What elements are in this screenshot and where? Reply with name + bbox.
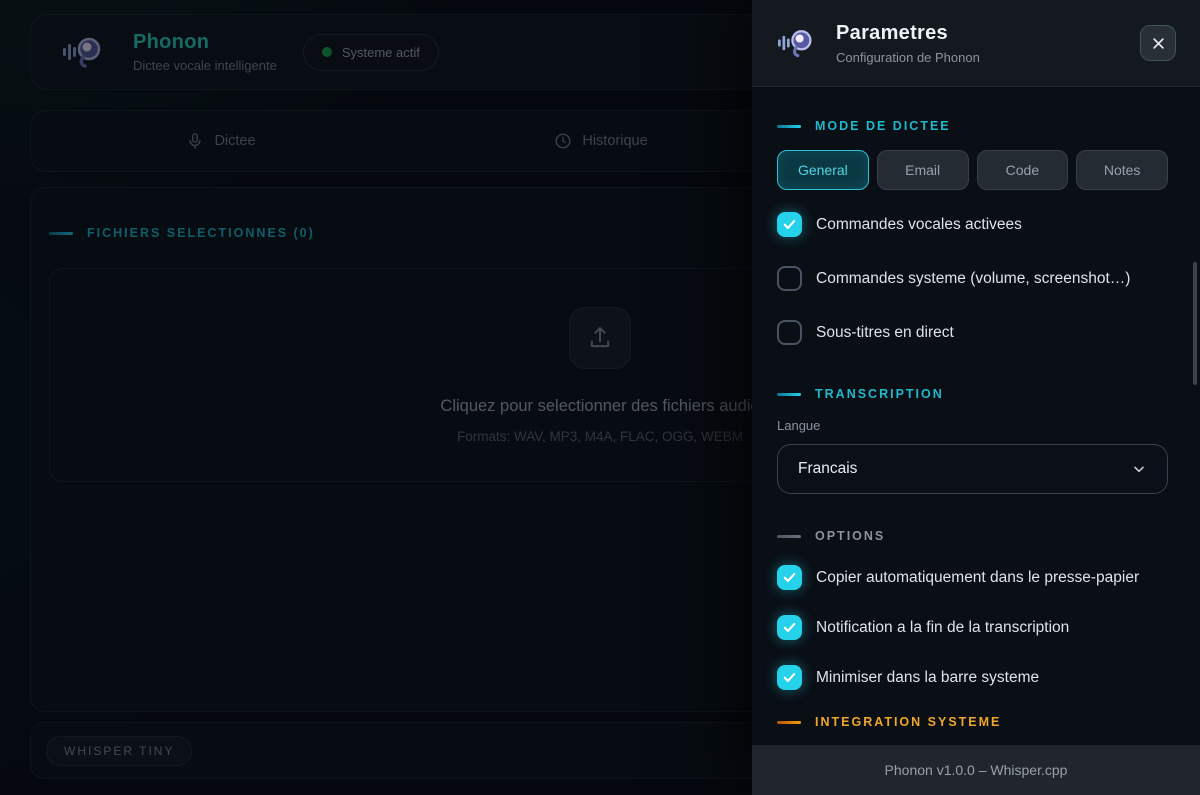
checkbox[interactable] <box>777 320 802 345</box>
mode-button-code[interactable]: Code <box>977 150 1069 190</box>
section-dash-icon <box>777 393 801 396</box>
settings-title-block: Parametres Configuration de Phonon <box>836 22 1140 65</box>
app-window: Phonon Dictee vocale intelligente System… <box>0 0 1200 795</box>
checkbox[interactable] <box>777 212 802 237</box>
settings-panel: Parametres Configuration de Phonon MODE … <box>752 0 1200 795</box>
mode-section-head: MODE DE DICTEE <box>777 119 1168 133</box>
settings-subtitle: Configuration de Phonon <box>836 50 1140 65</box>
langue-select-value: Francais <box>798 460 1131 478</box>
options-section-head: OPTIONS <box>777 529 1168 543</box>
options-toggles-group: Copier automatiquement dans le presse-pa… <box>777 565 1168 690</box>
mode-button-email[interactable]: Email <box>877 150 969 190</box>
voice-toggles-group: Commandes vocales activees Commandes syst… <box>777 212 1168 345</box>
toggle-row[interactable]: Sous-titres en direct <box>777 320 1168 345</box>
checkbox[interactable] <box>777 665 802 690</box>
toggle-label: Commandes systeme (volume, screenshot…) <box>816 270 1130 288</box>
toggle-row[interactable]: Commandes systeme (volume, screenshot…) <box>777 266 1168 291</box>
chevron-down-icon <box>1131 461 1147 477</box>
integration-section-head: INTEGRATION SYSTEME <box>777 715 1168 729</box>
panel-footer: Phonon v1.0.0 – Whisper.cpp <box>752 745 1200 795</box>
phonon-logo-icon <box>776 25 816 61</box>
transcription-section-head: TRANSCRIPTION <box>777 387 1168 401</box>
section-dash-icon <box>777 535 801 538</box>
toggle-row[interactable]: Commandes vocales activees <box>777 212 1168 237</box>
settings-panel-header: Parametres Configuration de Phonon <box>752 0 1200 87</box>
langue-label: Langue <box>777 418 1168 433</box>
section-dash-icon <box>777 125 801 128</box>
toggle-row[interactable]: Minimiser dans la barre systeme <box>777 665 1168 690</box>
mode-buttons-group: GeneralEmailCodeNotes <box>777 150 1168 190</box>
toggle-label: Notification a la fin de la transcriptio… <box>816 619 1069 637</box>
close-icon <box>1151 36 1166 51</box>
toggle-label: Minimiser dans la barre systeme <box>816 669 1039 687</box>
options-section-label: OPTIONS <box>815 529 885 543</box>
scrollbar-thumb[interactable] <box>1193 262 1197 385</box>
toggle-label: Commandes vocales activees <box>816 216 1022 234</box>
toggle-label: Sous-titres en direct <box>816 324 954 342</box>
toggle-row[interactable]: Notification a la fin de la transcriptio… <box>777 615 1168 640</box>
integration-section-label: INTEGRATION SYSTEME <box>815 715 1001 729</box>
transcription-section-label: TRANSCRIPTION <box>815 387 944 401</box>
checkbox[interactable] <box>777 615 802 640</box>
langue-select[interactable]: Francais <box>777 444 1168 494</box>
settings-panel-body: MODE DE DICTEE GeneralEmailCodeNotes Com… <box>752 87 1200 795</box>
toggle-label: Copier automatiquement dans le presse-pa… <box>816 569 1139 587</box>
toggle-row[interactable]: Copier automatiquement dans le presse-pa… <box>777 565 1168 590</box>
mode-section-label: MODE DE DICTEE <box>815 119 951 133</box>
checkbox[interactable] <box>777 266 802 291</box>
checkbox[interactable] <box>777 565 802 590</box>
mode-button-notes[interactable]: Notes <box>1076 150 1168 190</box>
mode-button-general[interactable]: General <box>777 150 869 190</box>
close-button[interactable] <box>1140 25 1176 61</box>
section-dash-icon <box>777 721 801 724</box>
settings-title: Parametres <box>836 22 1140 45</box>
